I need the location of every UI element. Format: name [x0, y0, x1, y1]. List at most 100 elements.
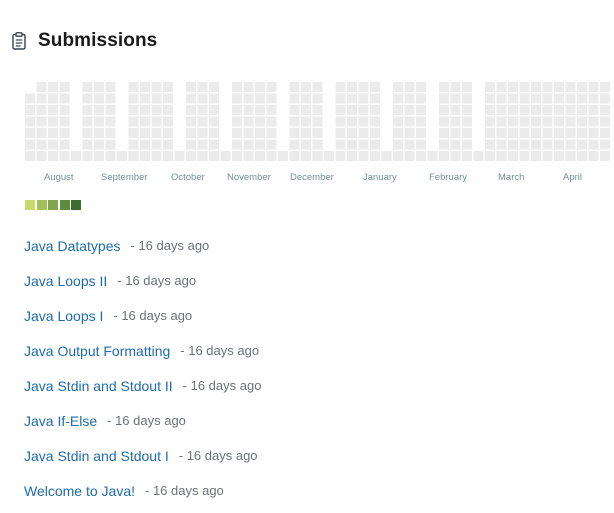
calendar-day[interactable]	[393, 139, 403, 150]
calendar-day[interactable]	[542, 116, 553, 127]
calendar-day[interactable]	[347, 151, 357, 161]
calendar-day[interactable]	[128, 82, 139, 92]
calendar-day[interactable]	[450, 105, 461, 115]
calendar-day[interactable]	[577, 139, 587, 150]
submission-link[interactable]: Java Loops II	[24, 273, 107, 289]
calendar-day[interactable]	[370, 128, 380, 138]
calendar-day[interactable]	[209, 105, 219, 115]
calendar-day[interactable]	[370, 116, 380, 127]
calendar-day[interactable]	[370, 105, 380, 115]
calendar-day[interactable]	[220, 151, 231, 161]
calendar-day[interactable]	[508, 82, 518, 92]
calendar-day[interactable]	[496, 151, 507, 161]
calendar-day[interactable]	[232, 128, 242, 138]
calendar-day[interactable]	[266, 139, 277, 150]
calendar-day[interactable]	[163, 93, 173, 104]
calendar-day[interactable]	[554, 139, 564, 150]
calendar-day[interactable]	[542, 82, 553, 92]
calendar-day[interactable]	[25, 116, 35, 127]
calendar-day[interactable]	[243, 116, 254, 127]
calendar-day[interactable]	[358, 139, 369, 150]
calendar-day[interactable]	[565, 151, 576, 161]
calendar-day[interactable]	[151, 82, 162, 92]
calendar-day[interactable]	[140, 151, 150, 161]
calendar-day[interactable]	[266, 116, 277, 127]
calendar-day[interactable]	[312, 128, 323, 138]
calendar-day[interactable]	[71, 151, 81, 161]
calendar-day[interactable]	[347, 116, 357, 127]
calendar-day[interactable]	[36, 93, 47, 104]
calendar-day[interactable]	[25, 93, 35, 104]
calendar-day[interactable]	[416, 151, 426, 161]
calendar-day[interactable]	[94, 105, 104, 115]
calendar-day[interactable]	[588, 82, 599, 92]
calendar-day[interactable]	[105, 116, 116, 127]
calendar-day[interactable]	[439, 128, 449, 138]
submission-link[interactable]: Welcome to Java!	[24, 483, 135, 499]
calendar-day[interactable]	[232, 105, 242, 115]
calendar-day[interactable]	[289, 82, 300, 92]
calendar-day[interactable]	[151, 116, 162, 127]
calendar-day[interactable]	[128, 93, 139, 104]
calendar-day[interactable]	[25, 128, 35, 138]
calendar-day[interactable]	[186, 139, 196, 150]
calendar-day[interactable]	[289, 139, 300, 150]
calendar-day[interactable]	[151, 105, 162, 115]
calendar-day[interactable]	[508, 139, 518, 150]
calendar-day[interactable]	[404, 82, 415, 92]
calendar-day[interactable]	[485, 93, 495, 104]
calendar-day[interactable]	[600, 128, 610, 138]
calendar-day[interactable]	[393, 82, 403, 92]
calendar-day[interactable]	[255, 139, 265, 150]
calendar-day[interactable]	[554, 151, 564, 161]
calendar-day[interactable]	[48, 128, 58, 138]
calendar-day[interactable]	[439, 93, 449, 104]
calendar-day[interactable]	[186, 82, 196, 92]
calendar-day[interactable]	[312, 139, 323, 150]
calendar-day[interactable]	[358, 105, 369, 115]
calendar-day[interactable]	[209, 128, 219, 138]
calendar-day[interactable]	[266, 105, 277, 115]
calendar-day[interactable]	[140, 116, 150, 127]
calendar-day[interactable]	[25, 151, 35, 161]
calendar-day[interactable]	[404, 116, 415, 127]
calendar-day[interactable]	[508, 128, 518, 138]
calendar-day[interactable]	[59, 93, 70, 104]
calendar-day[interactable]	[243, 151, 254, 161]
calendar-day[interactable]	[48, 93, 58, 104]
calendar-day[interactable]	[588, 105, 599, 115]
calendar-day[interactable]	[381, 151, 392, 161]
calendar-day[interactable]	[542, 128, 553, 138]
calendar-day[interactable]	[577, 105, 587, 115]
calendar-day[interactable]	[554, 93, 564, 104]
calendar-day[interactable]	[163, 128, 173, 138]
calendar-day[interactable]	[197, 116, 208, 127]
calendar-day[interactable]	[347, 105, 357, 115]
calendar-day[interactable]	[255, 93, 265, 104]
calendar-day[interactable]	[588, 139, 599, 150]
calendar-day[interactable]	[358, 116, 369, 127]
calendar-day[interactable]	[404, 151, 415, 161]
calendar-day[interactable]	[151, 151, 162, 161]
calendar-day[interactable]	[393, 105, 403, 115]
calendar-day[interactable]	[370, 151, 380, 161]
calendar-day[interactable]	[519, 139, 530, 150]
calendar-day[interactable]	[186, 93, 196, 104]
calendar-day[interactable]	[186, 151, 196, 161]
calendar-day[interactable]	[439, 82, 449, 92]
calendar-day[interactable]	[163, 116, 173, 127]
calendar-day[interactable]	[496, 128, 507, 138]
calendar-day[interactable]	[232, 82, 242, 92]
calendar-day[interactable]	[335, 139, 346, 150]
calendar-day[interactable]	[393, 151, 403, 161]
calendar-day[interactable]	[209, 151, 219, 161]
calendar-day[interactable]	[209, 116, 219, 127]
calendar-day[interactable]	[59, 139, 70, 150]
calendar-day[interactable]	[266, 82, 277, 92]
calendar-day[interactable]	[370, 93, 380, 104]
calendar-day[interactable]	[404, 139, 415, 150]
calendar-day[interactable]	[462, 151, 472, 161]
calendar-day[interactable]	[347, 128, 357, 138]
calendar-day[interactable]	[335, 93, 346, 104]
calendar-day[interactable]	[186, 105, 196, 115]
